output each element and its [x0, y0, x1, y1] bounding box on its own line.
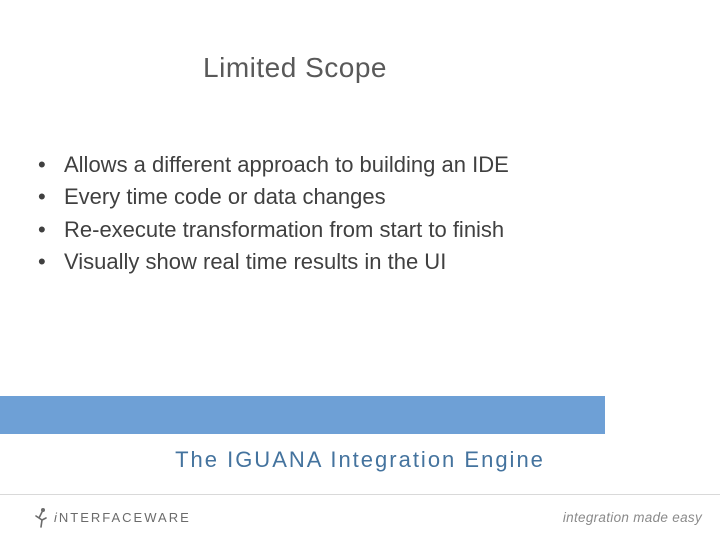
list-item: • Every time code or data changes	[38, 182, 690, 212]
bullet-list: • Allows a different approach to buildin…	[38, 150, 690, 279]
list-item-text: Re-execute transformation from start to …	[64, 215, 504, 245]
slide-subtitle: The IGUANA Integration Engine	[0, 447, 720, 473]
list-item: • Visually show real time results in the…	[38, 247, 690, 277]
bullet-dot-icon: •	[38, 215, 64, 245]
bullet-dot-icon: •	[38, 247, 64, 277]
list-item: • Allows a different approach to buildin…	[38, 150, 690, 180]
slide: Limited Scope • Allows a different appro…	[0, 0, 720, 540]
footer-tagline: integration made easy	[563, 510, 702, 525]
bullet-dot-icon: •	[38, 150, 64, 180]
logo-text: iNTERFACEWARE	[54, 510, 191, 525]
bullet-dot-icon: •	[38, 182, 64, 212]
slide-title: Limited Scope	[0, 52, 720, 84]
footer-bar: iNTERFACEWARE integration made easy	[0, 494, 720, 540]
accent-band	[0, 396, 605, 434]
list-item-text: Every time code or data changes	[64, 182, 386, 212]
list-item-text: Visually show real time results in the U…	[64, 247, 446, 277]
logo-main: NTERFACEWARE	[59, 510, 191, 525]
list-item-text: Allows a different approach to building …	[64, 150, 509, 180]
slide-title-text: Limited Scope	[203, 52, 387, 84]
list-item: • Re-execute transformation from start t…	[38, 215, 690, 245]
runner-icon	[34, 507, 48, 529]
footer-logo: iNTERFACEWARE	[34, 507, 191, 529]
